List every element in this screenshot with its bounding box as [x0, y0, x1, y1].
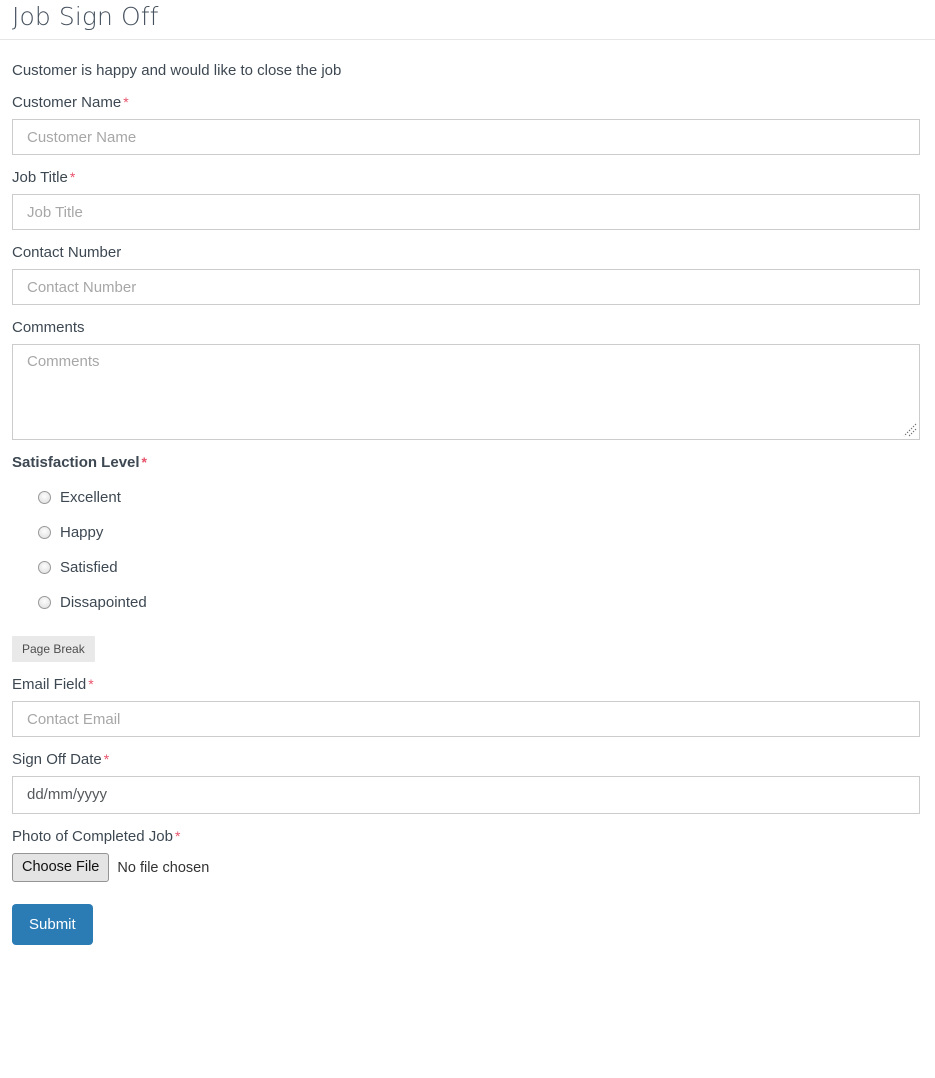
comments-textarea[interactable]	[12, 344, 920, 440]
job-title-input[interactable]	[12, 194, 920, 230]
contact-number-label: Contact Number	[12, 243, 923, 262]
comments-textarea-wrapper	[12, 344, 920, 440]
field-group-satisfaction-level: Satisfaction Level * Excellent Happy Sati…	[12, 453, 923, 615]
radio-option-label: Satisfied	[60, 558, 118, 576]
required-asterisk: *	[123, 94, 129, 110]
radio-option-label: Happy	[60, 523, 104, 541]
satisfaction-level-label-text: Satisfaction Level	[12, 454, 140, 471]
form-intro-text: Customer is happy and would like to clos…	[12, 62, 342, 79]
radio-option-satisfied[interactable]: Satisfied	[38, 554, 923, 580]
radio-option-excellent[interactable]: Excellent	[38, 484, 923, 510]
contact-number-label-text: Contact Number	[12, 244, 122, 261]
required-asterisk: *	[88, 676, 94, 692]
field-group-comments: Comments	[12, 318, 923, 440]
photo-upload-label-text: Photo of Completed Job	[12, 828, 173, 845]
page-break-wrapper: Page Break	[12, 624, 923, 662]
file-upload-row: Choose File No file chosen	[12, 853, 923, 882]
radio-circle-icon[interactable]	[38, 560, 51, 574]
radio-option-label: Dissapointed	[60, 593, 147, 611]
contact-number-input[interactable]	[12, 269, 920, 305]
radio-circle-icon[interactable]	[38, 525, 51, 539]
radio-option-label: Excellent	[60, 488, 121, 506]
radio-circle-icon[interactable]	[38, 490, 51, 504]
job-title-label-text: Job Title	[12, 169, 68, 186]
page-break-badge: Page Break	[12, 636, 95, 662]
page-title: Job Sign Off	[12, 2, 159, 31]
email-input[interactable]	[12, 701, 920, 737]
field-group-photo-upload: Photo of Completed Job * Choose File No f…	[12, 827, 923, 882]
form-header: Job Sign Off	[0, 0, 935, 40]
job-title-label: Job Title *	[12, 168, 923, 187]
choose-file-button[interactable]: Choose File	[12, 853, 110, 882]
field-group-customer-name: Customer Name *	[12, 93, 923, 155]
comments-label: Comments	[12, 318, 923, 337]
customer-name-label: Customer Name *	[12, 93, 923, 112]
field-group-job-title: Job Title *	[12, 168, 923, 230]
email-field-label-text: Email Field	[12, 676, 87, 693]
satisfaction-level-label: Satisfaction Level *	[12, 453, 923, 472]
comments-label-text: Comments	[12, 319, 85, 336]
required-asterisk: *	[103, 751, 110, 767]
customer-name-input[interactable]	[12, 119, 920, 155]
form-body: Customer is happy and would like to clos…	[0, 61, 935, 945]
radio-circle-icon[interactable]	[38, 595, 51, 609]
sign-off-date-label-text: Sign Off Date	[12, 751, 102, 768]
photo-upload-label: Photo of Completed Job *	[12, 827, 923, 846]
email-field-label: Email Field *	[12, 675, 923, 694]
sign-off-date-label: Sign Off Date *	[12, 750, 923, 769]
radio-option-dissapointed[interactable]: Dissapointed	[38, 589, 923, 615]
radio-option-happy[interactable]: Happy	[38, 519, 923, 545]
required-asterisk: *	[69, 169, 76, 185]
job-sign-off-form-page: Job Sign Off Customer is happy and would…	[0, 0, 935, 945]
submit-button[interactable]: Submit	[12, 904, 93, 945]
field-group-sign-off-date: Sign Off Date * dd/mm/yyyy	[12, 750, 923, 814]
sign-off-date-input[interactable]: dd/mm/yyyy	[12, 776, 920, 814]
file-chosen-status: No file chosen	[117, 859, 210, 876]
field-group-contact-number: Contact Number	[12, 243, 923, 305]
customer-name-label-text: Customer Name	[12, 94, 122, 111]
satisfaction-radio-group: Excellent Happy Satisfied Dissapointed	[12, 484, 923, 615]
required-asterisk: *	[141, 454, 147, 470]
required-asterisk: *	[174, 828, 181, 844]
field-group-email: Email Field *	[12, 675, 923, 737]
